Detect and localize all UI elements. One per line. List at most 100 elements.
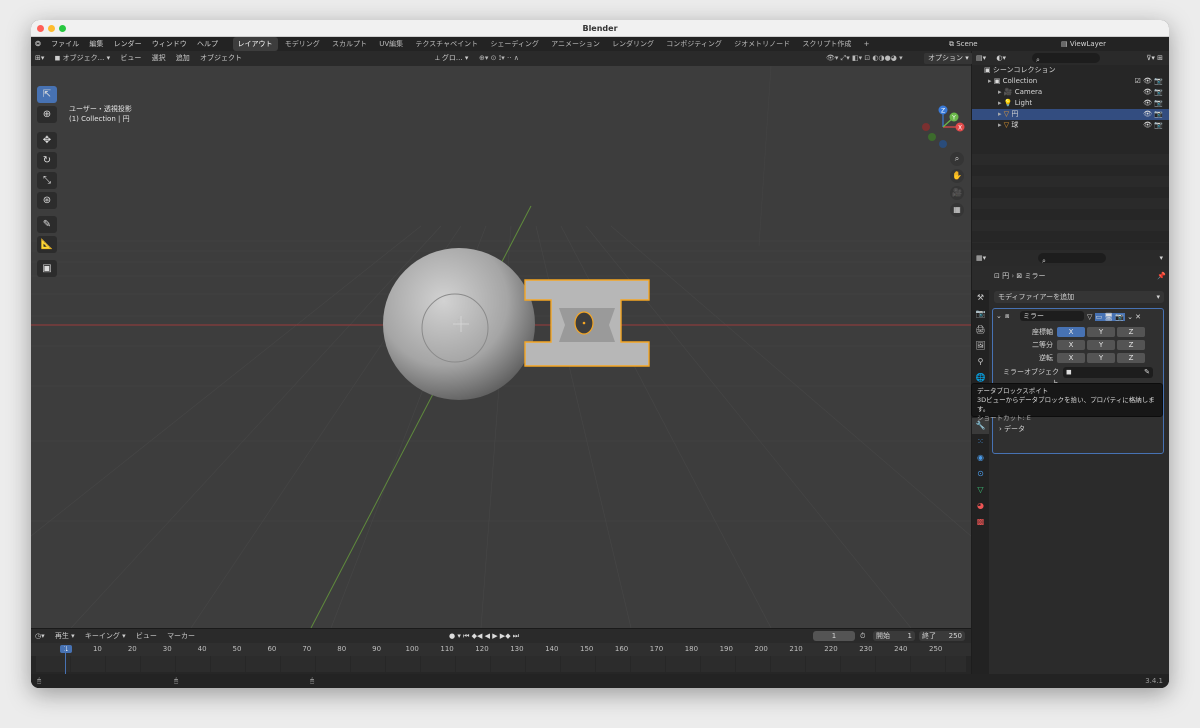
data-tab-icon[interactable]: ▽ (972, 482, 989, 498)
material-tab-icon[interactable]: ◕ (972, 498, 989, 514)
outliner-item[interactable]: ▸ ▣ Collection ☑ 👁 📷 (972, 76, 1169, 87)
expand-arrow-icon[interactable]: ▸ (972, 121, 1004, 129)
workspace-tab-layout[interactable]: レイアウト (232, 37, 278, 51)
menu-edit[interactable]: 編集 (85, 37, 107, 51)
annotate-tool-icon[interactable]: ✎ (37, 216, 57, 233)
axis-y-toggle[interactable]: Y (1087, 353, 1115, 363)
view-layer-tab-icon[interactable]: 🖼 (972, 338, 989, 354)
add-workspace-button[interactable]: + (859, 37, 875, 51)
data-section[interactable]: › データ (999, 423, 1025, 435)
measure-tool-icon[interactable]: 📐 (37, 236, 57, 253)
zoom-window-button[interactable] (59, 25, 66, 32)
expand-arrow-icon[interactable]: ▸ (972, 99, 1004, 107)
expand-arrow-icon[interactable]: ▸ (972, 88, 1004, 96)
snap-and-proportional-icons[interactable]: ⊕▾ ⊙ ⟟▾ ⋅⋅ ∧ (479, 51, 519, 66)
eyedropper-icon[interactable]: ✎ (1144, 367, 1153, 378)
expand-arrow-icon[interactable]: ▸ (972, 110, 1004, 118)
axis-x-toggle[interactable]: X (1057, 327, 1085, 337)
3d-viewport[interactable]: ⇱ ⊕ ✥ ↻ ⤡ ⊛ ✎ 📐 ▣ ユーザー・透視投影 (1) Collecti… (31, 66, 971, 628)
blender-logo-icon[interactable]: ❂ (31, 37, 45, 51)
output-tab-icon[interactable]: 🖨 (972, 322, 989, 338)
outliner-search-input[interactable]: ⌕ (1032, 53, 1100, 64)
end-frame-field[interactable]: 終了 250 (919, 631, 965, 641)
zoom-view-icon[interactable]: ⌕ (950, 152, 964, 166)
navigation-gizmo[interactable]: Z X Y (918, 105, 968, 155)
axis-x-toggle[interactable]: X (1057, 340, 1085, 350)
visibility-icons[interactable]: ☑ 👁 📷 (1135, 76, 1163, 87)
outliner-item[interactable]: ▸ 💡 Light 👁 📷 (972, 98, 1169, 109)
expand-modifier-icon[interactable]: ⌄ (996, 309, 1002, 323)
timeline-track[interactable] (36, 656, 966, 672)
outliner-scene-collection[interactable]: ▣ シーンコレクション (972, 65, 1169, 76)
visibility-icons[interactable]: 👁 📷 (1143, 87, 1163, 98)
axis-z-toggle[interactable]: Z (1117, 340, 1145, 350)
cross-object[interactable] (524, 279, 650, 367)
constraints-tab-icon[interactable]: ⊙ (972, 466, 989, 482)
menu-help[interactable]: ヘルプ (193, 37, 222, 51)
axis-z-toggle[interactable]: Z (1117, 327, 1145, 337)
viewlayer-selector[interactable]: ▤ ViewLayer (1061, 37, 1106, 51)
menu-render[interactable]: レンダー (110, 37, 146, 51)
menu-select[interactable]: 選択 (148, 51, 170, 66)
modifier-toggle-icons[interactable]: ▽ ▭ 🖥 📷 ⌄ ✕ (1087, 310, 1141, 324)
workspace-tab-sculpt[interactable]: スカルプト (327, 37, 372, 51)
cursor-tool-icon[interactable]: ⊕ (37, 106, 57, 123)
texture-tab-icon[interactable]: ▩ (972, 514, 989, 530)
axis-y-toggle[interactable]: Y (1087, 327, 1115, 337)
playback-controls[interactable]: ● ▾ ⏮ ◆◀ ◀ ▶ ▶◆ ⏭ (449, 629, 519, 643)
mode-dropdown[interactable]: ◼ オブジェク... ▾ (51, 51, 114, 66)
editor-type-icon[interactable]: ⊞▾ (31, 51, 48, 66)
properties-search-input[interactable]: ⌕ (1038, 253, 1106, 265)
workspace-tab-compositing[interactable]: コンポジティング (661, 37, 727, 51)
render-tab-icon[interactable]: 📷 (972, 306, 989, 322)
transform-tool-icon[interactable]: ⊛ (37, 192, 57, 209)
axis-z-toggle[interactable]: Z (1117, 353, 1145, 363)
collapse-icon[interactable]: ▾ (1159, 250, 1163, 266)
workspace-tab-uv[interactable]: UV編集 (374, 37, 408, 51)
scale-tool-icon[interactable]: ⤡ (37, 172, 57, 189)
scene-tab-icon[interactable]: ⚲ (972, 354, 989, 370)
add-modifier-dropdown[interactable]: モディファイアーを追加 ▾ (994, 291, 1164, 303)
options-dropdown[interactable]: オプション ▾ (924, 53, 973, 64)
select-box-tool-icon[interactable]: ⇱ (37, 86, 57, 103)
timeline-menu-view[interactable]: ビュー (132, 629, 161, 643)
axis-y-toggle[interactable]: Y (1087, 340, 1115, 350)
visibility-icons[interactable]: 👁 📷 (1143, 109, 1163, 120)
outliner-item[interactable]: ▸ ▽ 球 👁 📷 (972, 120, 1169, 131)
filter-icon[interactable]: ⊽▾ ⊞ (1146, 51, 1163, 65)
pan-view-icon[interactable]: ✋ (950, 169, 964, 183)
timeline-ruler[interactable]: 1 10 20 30 40 50 60 70 80 90 100 110 120 130 140 150 160… (31, 643, 971, 656)
axis-x-toggle[interactable]: X (1057, 353, 1085, 363)
menu-object[interactable]: オブジェクト (196, 51, 246, 66)
transform-orientation-dropdown[interactable]: ⟂ グロ... ▾ (431, 51, 472, 66)
workspace-tab-texture-paint[interactable]: テクスチャペイント (410, 37, 483, 51)
particles-tab-icon[interactable]: ⁙ (972, 434, 989, 450)
timeline-menu-marker[interactable]: マーカー (163, 629, 199, 643)
minimize-window-button[interactable] (48, 25, 55, 32)
properties-editor-type-icon[interactable]: ▦▾ (972, 250, 990, 266)
start-frame-field[interactable]: 開始 1 (873, 631, 915, 641)
close-window-button[interactable] (37, 25, 44, 32)
move-tool-icon[interactable]: ✥ (37, 132, 57, 149)
menu-file[interactable]: ファイル (47, 37, 83, 51)
add-cube-tool-icon[interactable]: ▣ (37, 260, 57, 277)
current-frame-field[interactable]: 1 (813, 631, 855, 641)
outliner-item[interactable]: ▸ 🎥 Camera 👁 📷 (972, 87, 1169, 98)
camera-view-icon[interactable]: 🎥 (950, 186, 964, 200)
visibility-icons[interactable]: 👁 📷 (1143, 120, 1163, 131)
timeline-editor-type-icon[interactable]: ◷▾ (31, 629, 49, 643)
pin-icon[interactable]: 📌 (1157, 270, 1166, 282)
workspace-tab-scripting[interactable]: スクリプト作成 (797, 37, 856, 51)
mirror-object-field[interactable]: ◼ ✎ (1063, 367, 1153, 378)
outliner-display-mode-icon[interactable]: ◐▾ (992, 51, 1010, 65)
outliner-editor-type-icon[interactable]: ▤▾ (972, 51, 990, 65)
workspace-tab-animation[interactable]: アニメーション (546, 37, 605, 51)
expand-arrow-icon[interactable]: ▸ (972, 77, 994, 85)
ortho-toggle-icon[interactable]: ▦ (950, 203, 964, 217)
visibility-icons[interactable]: 👁 📷 (1143, 98, 1163, 109)
outliner-item[interactable]: ▸ ▽ 円 👁 📷 (972, 109, 1169, 120)
tool-tab-icon[interactable]: ⚒ (972, 290, 989, 306)
workspace-tab-geometry-nodes[interactable]: ジオメトリノード (729, 37, 795, 51)
menu-add[interactable]: 追加 (172, 51, 194, 66)
workspace-tab-shading[interactable]: シェーディング (485, 37, 544, 51)
